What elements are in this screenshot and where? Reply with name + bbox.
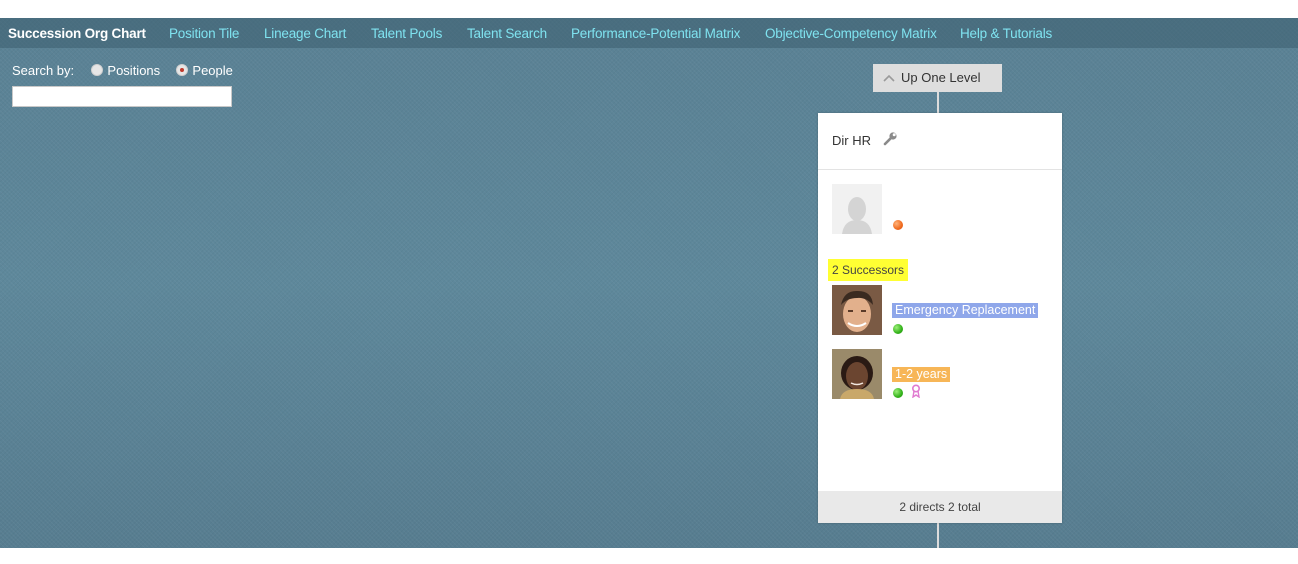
card-footer: 2 directs 2 total <box>818 491 1062 523</box>
nav-talent-pools[interactable]: Talent Pools <box>371 26 442 41</box>
radio-positions-label[interactable]: Positions <box>107 63 160 78</box>
incumbent-avatar[interactable] <box>832 184 882 234</box>
nav-performance-potential-matrix[interactable]: Performance-Potential Matrix <box>571 26 740 41</box>
position-card[interactable]: Dir HR 2 Successors Emergency Replacemen… <box>818 113 1062 523</box>
nav-lineage-chart[interactable]: Lineage Chart <box>264 26 346 41</box>
successor-1-avatar[interactable] <box>832 285 882 335</box>
search-by-label: Search by: <box>12 63 75 78</box>
up-one-level-label: Up One Level <box>901 70 981 85</box>
radio-people-label[interactable]: People <box>192 63 232 78</box>
nav-objective-competency-matrix[interactable]: Objective-Competency Matrix <box>765 26 937 41</box>
up-one-level-button[interactable]: Up One Level <box>873 64 1002 92</box>
incumbent-status-dot <box>893 220 903 230</box>
successor-1-status-dot <box>893 324 903 334</box>
wrench-icon[interactable] <box>882 131 898 147</box>
connector-line-top <box>937 92 939 113</box>
connector-line-bottom <box>937 523 939 548</box>
org-chart-canvas: Succession Org Chart Position Tile Linea… <box>0 18 1298 548</box>
successor-1-readiness: Emergency Replacement <box>892 303 1039 318</box>
successor-2-status-dot <box>893 388 903 398</box>
successors-count[interactable]: 2 Successors <box>828 259 909 281</box>
nav-talent-search[interactable]: Talent Search <box>467 26 547 41</box>
nav-help-tutorials[interactable]: Help & Tutorials <box>960 26 1052 41</box>
radio-positions[interactable] <box>91 64 104 76</box>
successor-2-avatar[interactable] <box>832 349 882 399</box>
nav-succession-org-chart[interactable]: Succession Org Chart <box>8 26 146 41</box>
top-navigation: Succession Org Chart Position Tile Linea… <box>0 18 1298 48</box>
nav-position-tile[interactable]: Position Tile <box>169 26 239 41</box>
radio-people[interactable] <box>176 64 189 76</box>
card-header: Dir HR <box>818 113 1062 170</box>
search-input[interactable] <box>12 86 232 107</box>
successor-2-readiness: 1-2 years <box>892 367 951 382</box>
chevron-up-icon <box>883 64 895 92</box>
ribbon-icon <box>911 384 921 401</box>
position-title: Dir HR <box>832 133 871 148</box>
search-by: Search by: Positions People <box>12 63 233 78</box>
